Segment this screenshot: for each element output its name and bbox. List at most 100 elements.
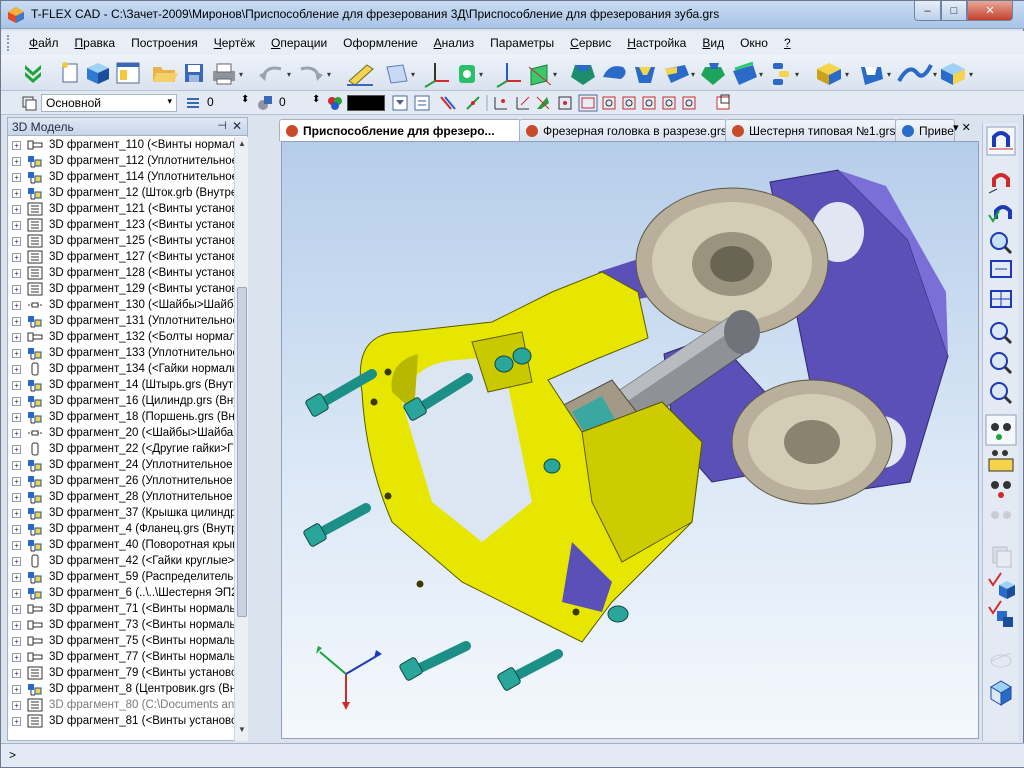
shell-icon[interactable] (861, 67, 883, 85)
menu-item-1[interactable]: Правка (67, 36, 124, 50)
menu-item-12[interactable]: ? (776, 36, 799, 50)
filter-body-icon[interactable] (558, 96, 572, 110)
expand-icon[interactable]: + (12, 572, 21, 582)
document-tab[interactable]: Шестерня типовая №1.grs (725, 119, 897, 141)
menu-grip[interactable] (7, 35, 11, 51)
spline-icon[interactable] (897, 64, 933, 83)
tree-row[interactable]: +3D фрагмент_71 (<Винты нормаль (8, 601, 234, 617)
pin-icon[interactable]: ⊣ (217, 119, 227, 132)
tree-row[interactable]: +3D фрагмент_26 (Уплотнительное (8, 473, 234, 489)
edit-pencil-icon[interactable] (347, 64, 374, 86)
zoom-all-icon[interactable] (990, 290, 1012, 308)
filter-edge-icon[interactable] (516, 96, 530, 110)
expand-icon[interactable]: + (12, 476, 21, 486)
filter-operation-icon[interactable] (578, 94, 598, 112)
expand-icon[interactable]: + (12, 236, 21, 246)
tree-row[interactable]: +3D фрагмент_22 (<Другие гайки>Г (8, 441, 234, 457)
coordinate-system-icon[interactable] (424, 63, 449, 88)
expand-icon[interactable]: + (12, 412, 21, 422)
tab-controls[interactable]: ▾ ✕ (953, 121, 971, 134)
tree-row[interactable]: +3D фрагмент_77 (<Винты нормаль (8, 649, 234, 665)
document-tab[interactable]: Фрезерная головка в разрезе.grs (519, 119, 727, 141)
view-cube-icon[interactable] (990, 680, 1012, 706)
menu-item-0[interactable]: Файл (21, 36, 67, 50)
menu-item-11[interactable]: Окно (732, 36, 776, 50)
save-icon[interactable] (185, 64, 203, 82)
expand-icon[interactable]: + (12, 620, 21, 630)
expand-icon[interactable]: + (12, 716, 21, 726)
expand-icon[interactable]: + (12, 492, 21, 502)
tree-row[interactable]: +3D фрагмент_80 (C:\Documents and (8, 697, 234, 713)
document-tab[interactable]: Приве (895, 119, 955, 141)
expand-chevron-icon[interactable] (25, 65, 41, 83)
expand-icon[interactable]: + (12, 508, 21, 518)
expand-icon[interactable]: + (12, 172, 21, 182)
fillet-icon[interactable] (733, 61, 757, 85)
extrusion-icon[interactable] (571, 65, 595, 85)
expand-icon[interactable]: + (12, 364, 21, 374)
filter-mesh-icon[interactable] (642, 96, 656, 110)
selector-arrow-icon[interactable] (440, 96, 456, 110)
filter-dropdown-icon[interactable] (392, 95, 408, 111)
tree-row[interactable]: +3D фрагмент_121 (<Винты установ (8, 201, 234, 217)
expand-icon[interactable]: + (12, 540, 21, 550)
expand-icon[interactable]: + (12, 252, 21, 262)
redo-icon[interactable] (300, 66, 323, 81)
loft-icon[interactable] (635, 67, 655, 83)
expand-icon[interactable]: + (12, 396, 21, 406)
tree-row[interactable]: +3D фрагмент_114 (Уплотнительное (8, 169, 234, 185)
level-spin-icon[interactable]: ⬍ (241, 94, 249, 105)
workplane-icon[interactable] (386, 64, 408, 84)
expand-icon[interactable]: + (12, 204, 21, 214)
tree-row[interactable]: +3D фрагмент_24 (Уплотнительное (8, 457, 234, 473)
filter-fragment-icon[interactable] (716, 94, 730, 110)
lcs-icon[interactable] (496, 63, 521, 88)
boolean-icon[interactable] (701, 63, 725, 85)
solid-icon[interactable] (941, 63, 965, 85)
filter-assembly-icon[interactable] (682, 96, 696, 110)
tree-row[interactable]: +3D фрагмент_18 (Поршень.grs (Вну (8, 409, 234, 425)
check-cubes-icon[interactable] (988, 600, 1013, 627)
filter-solid-icon[interactable] (602, 96, 616, 110)
menu-item-6[interactable]: Анализ (426, 36, 483, 50)
tree-row[interactable]: +3D фрагмент_134 (<Гайки нормаль (8, 361, 234, 377)
work-plane-green-icon[interactable] (528, 64, 552, 86)
expand-icon[interactable]: + (12, 348, 21, 358)
expand-icon[interactable]: + (12, 556, 21, 566)
color-palette-icon[interactable] (327, 95, 343, 111)
section-disabled-icon[interactable] (990, 652, 1012, 668)
tree-row[interactable]: +3D фрагмент_6 (..\..\Шестерня ЭП2 (8, 585, 234, 601)
view-dimension-icon[interactable] (988, 450, 1014, 472)
filter-sheet-icon[interactable] (622, 96, 636, 110)
tree-row[interactable]: +3D фрагмент_73 (<Винты нормаль (8, 617, 234, 633)
expand-icon[interactable]: + (12, 220, 21, 230)
menu-item-7[interactable]: Параметры (482, 36, 562, 50)
sweep-icon[interactable] (665, 65, 689, 83)
expand-icon[interactable]: + (12, 316, 21, 326)
open-folder-icon[interactable] (153, 67, 178, 82)
filter-face-icon[interactable] (536, 96, 550, 110)
view-glasses-disabled-icon[interactable] (991, 511, 1011, 519)
maximize-button[interactable]: □ (941, 1, 967, 21)
axis-triad-icon[interactable] (316, 646, 382, 710)
zoom-previous-icon[interactable] (990, 382, 1013, 405)
undo-icon[interactable] (259, 66, 282, 81)
filter-vertex-icon[interactable] (494, 97, 507, 110)
expand-icon[interactable]: + (12, 604, 21, 614)
tree-row[interactable]: +3D фрагмент_14 (Штырь.grs (Внутр (8, 377, 234, 393)
expand-icon[interactable]: + (12, 140, 21, 150)
tree-row[interactable]: +3D фрагмент_132 (<Болты нормаль (8, 329, 234, 345)
document-tab[interactable]: Приспособление для фрезеро... (279, 119, 521, 141)
tree-row[interactable]: +3D фрагмент_81 (<Винты установо (8, 713, 234, 729)
tree-row[interactable]: +3D фрагмент_110 (<Винты нормаль (8, 137, 234, 153)
expand-icon[interactable]: + (12, 268, 21, 278)
copy-disabled-icon[interactable] (992, 546, 1012, 568)
rotation-icon[interactable] (603, 66, 626, 79)
new-window-icon[interactable] (116, 62, 140, 84)
tree-row[interactable]: +3D фрагмент_129 (<Винты установ (8, 281, 234, 297)
zoom-window-icon[interactable] (990, 232, 1013, 255)
snap-icon[interactable] (466, 96, 480, 110)
tree-row[interactable]: +3D фрагмент_20 (<Шайбы>Шайба Г (8, 425, 234, 441)
tree-row[interactable]: +3D фрагмент_4 (Фланец.grs (Внутр (8, 521, 234, 537)
expand-icon[interactable]: + (12, 652, 21, 662)
